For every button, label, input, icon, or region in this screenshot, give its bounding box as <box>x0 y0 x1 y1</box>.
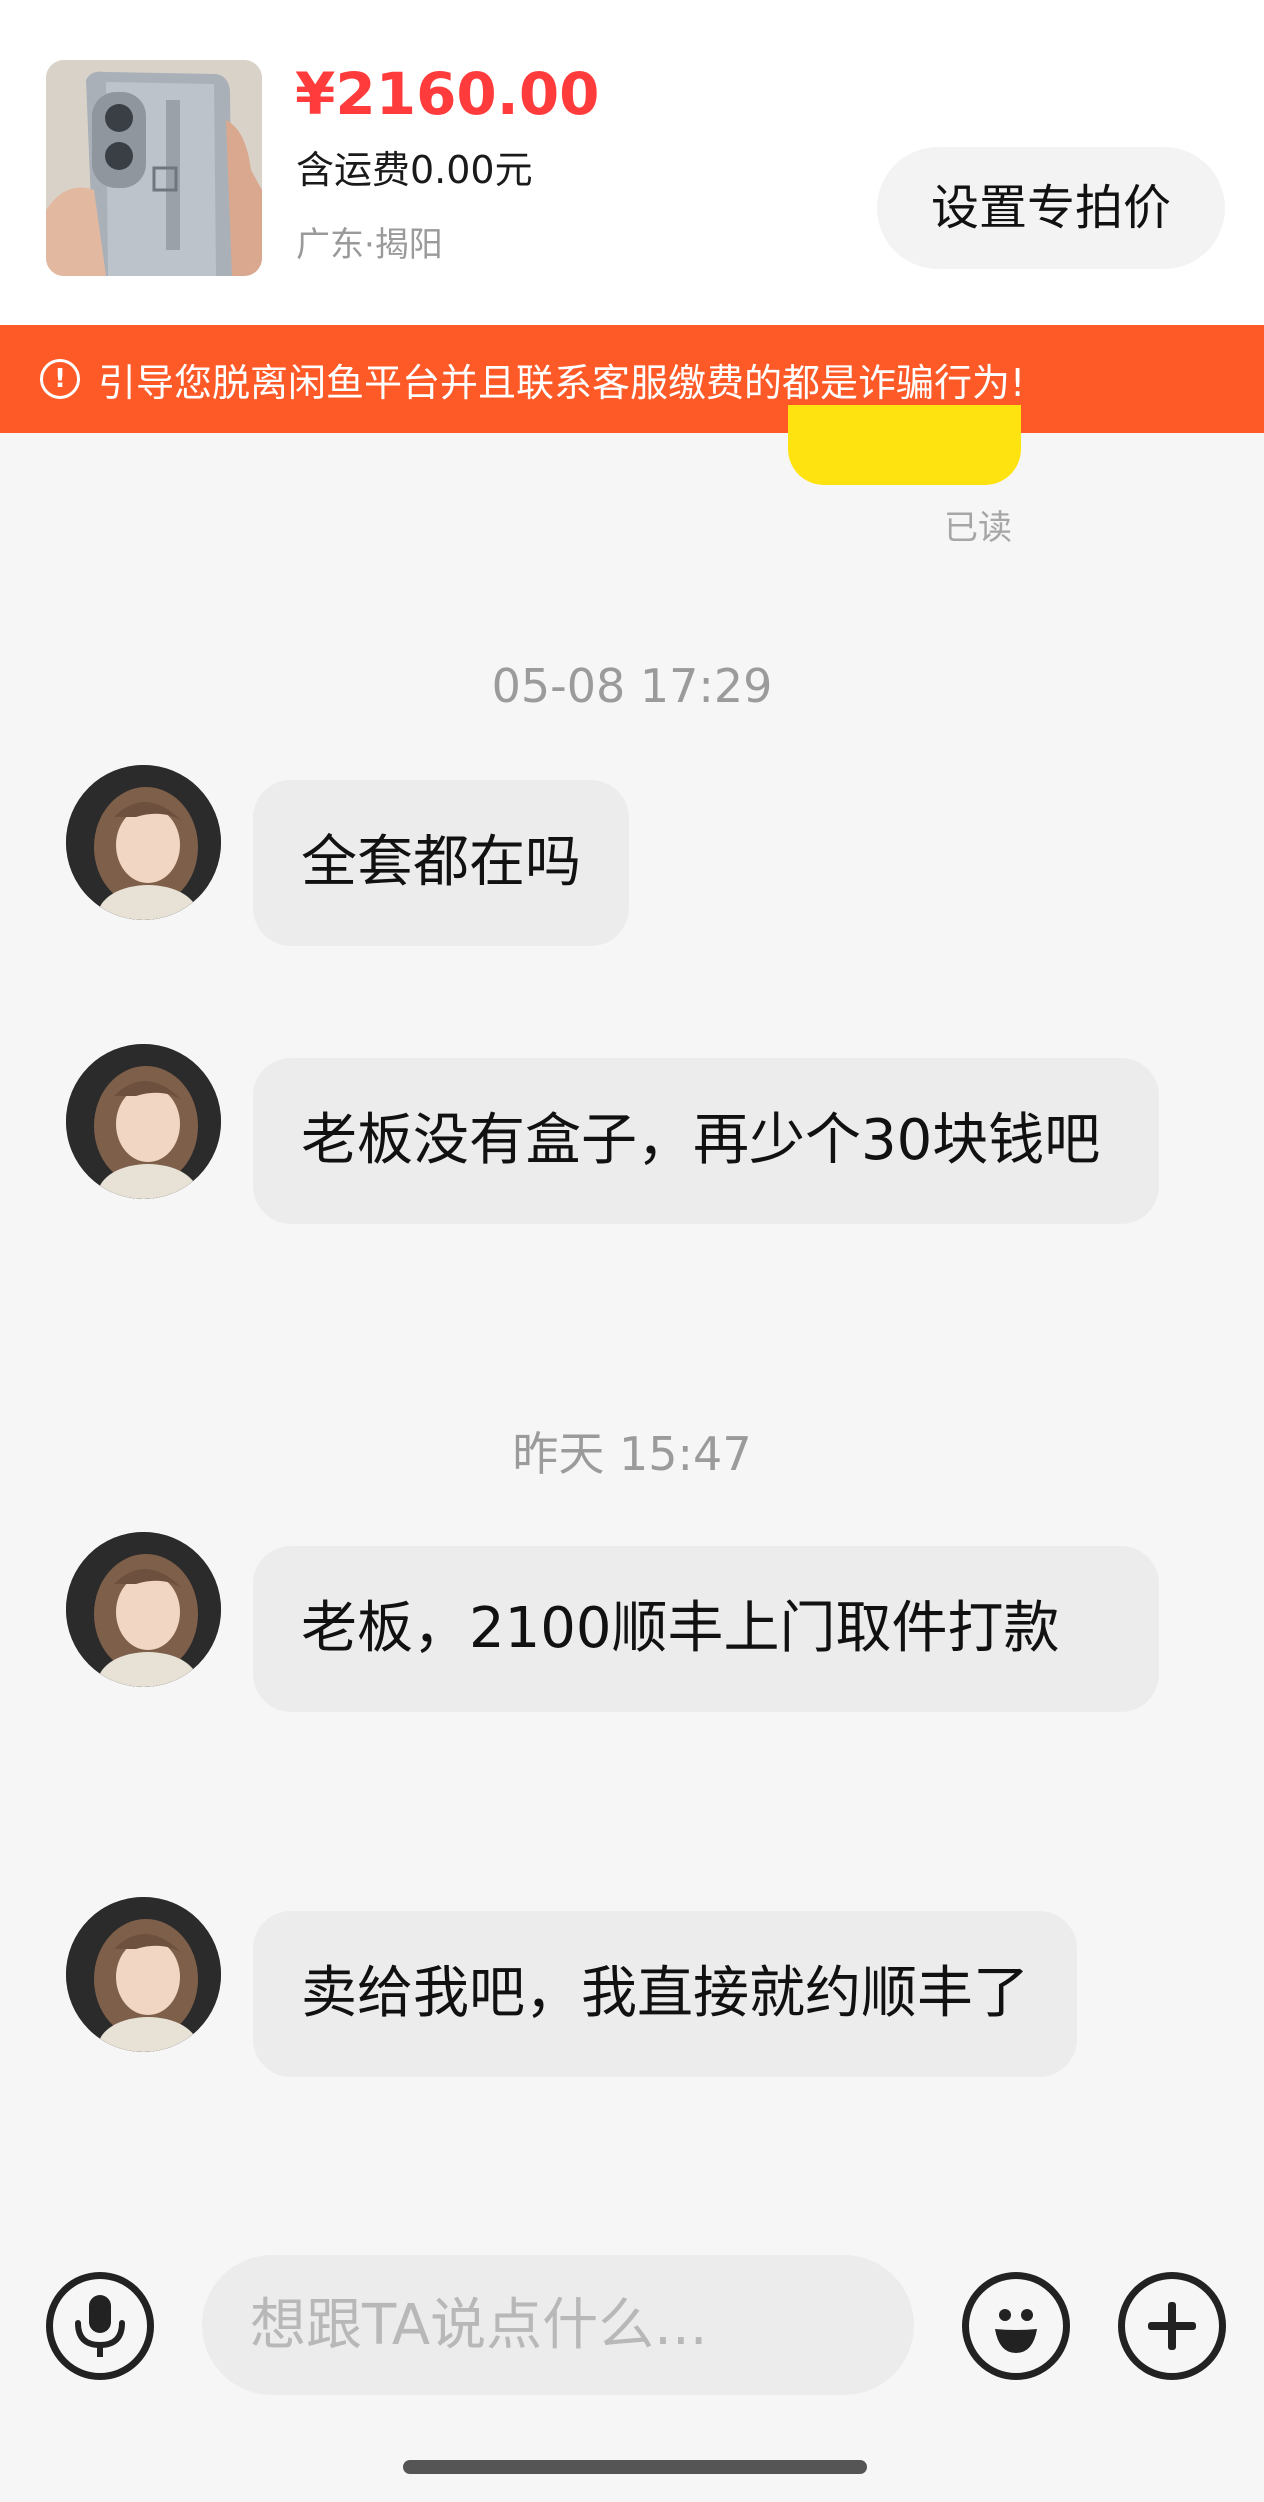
microphone-icon <box>75 2295 125 2357</box>
received-message-bubble[interactable]: 卖给我吧，我直接就约顺丰了 <box>253 1911 1077 2077</box>
voice-input-button[interactable] <box>46 2272 154 2380</box>
chat-screen: ¥2160.00 含运费0.00元 广东·揭阳 设置专拍价 ! 引导您脱离闲鱼平… <box>0 0 1264 2502</box>
shipping-fee: 含运费0.00元 <box>296 148 533 192</box>
read-status: 已读 <box>944 508 1012 548</box>
home-indicator[interactable] <box>403 2460 867 2474</box>
received-message-bubble[interactable]: 老板，2100顺丰上门取件打款 <box>253 1546 1159 1712</box>
avatar[interactable] <box>66 1044 221 1199</box>
set-special-price-button[interactable]: 设置专拍价 <box>877 147 1225 269</box>
emoji-icon <box>995 2309 1037 2353</box>
product-thumbnail[interactable] <box>46 60 262 276</box>
timestamp: 昨天 15:47 <box>512 1427 752 1481</box>
more-options-button[interactable] <box>1118 2272 1226 2380</box>
user-avatar-icon <box>66 1532 221 1687</box>
received-message-bubble[interactable]: 全套都在吗 <box>253 780 629 946</box>
plus-icon <box>1148 2302 1196 2350</box>
phone-photo-icon <box>46 60 262 276</box>
user-avatar-icon <box>66 1897 221 2052</box>
warning-icon: ! <box>40 359 80 399</box>
avatar[interactable] <box>66 1897 221 2052</box>
avatar[interactable] <box>66 765 221 920</box>
user-avatar-icon <box>66 765 221 920</box>
product-price: ¥2160.00 <box>295 60 600 128</box>
sent-message-bubble[interactable] <box>788 405 1021 485</box>
timestamp: 05-08 17:29 <box>491 659 773 713</box>
seller-location: 广东·揭阳 <box>296 225 443 265</box>
user-avatar-icon <box>66 1044 221 1199</box>
fraud-warning-banner: ! 引导您脱离闲鱼平台并且联系客服缴费的都是诈骗行为! <box>0 325 1264 433</box>
message-input[interactable] <box>202 2255 914 2395</box>
received-message-bubble[interactable]: 老板没有盒子，再少个30块钱吧 <box>253 1058 1159 1224</box>
product-header: ¥2160.00 含运费0.00元 广东·揭阳 设置专拍价 <box>0 0 1264 325</box>
emoji-button[interactable] <box>962 2272 1070 2380</box>
avatar[interactable] <box>66 1532 221 1687</box>
warning-text: 引导您脱离闲鱼平台并且联系客服缴费的都是诈骗行为! <box>98 360 1026 405</box>
